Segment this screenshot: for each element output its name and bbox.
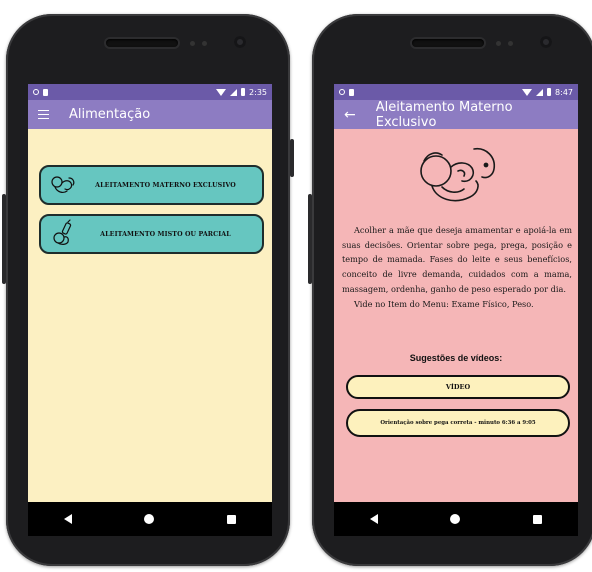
button-label: ALEITAMENTO MATERNO EXCLUSIVO bbox=[95, 181, 236, 189]
battery-icon bbox=[241, 88, 246, 96]
volume-rocker bbox=[2, 194, 6, 284]
signal-icon bbox=[230, 88, 238, 96]
breastfeeding-baby-icon bbox=[51, 176, 75, 193]
navigation-bar bbox=[334, 502, 578, 536]
detail-content: Acolher a mãe que deseja amamentar e apo… bbox=[334, 129, 578, 502]
pega-button-label: Orientação sobre pega correta - minuto 6… bbox=[380, 420, 536, 426]
earpiece-speaker bbox=[412, 39, 484, 47]
menu-content: ALEITAMENTO MATERNO EXCLUSIVO ALEITAMENT… bbox=[28, 129, 272, 502]
power-button bbox=[290, 139, 294, 177]
description-paragraph: Acolher a mãe que deseja amamentar e apo… bbox=[342, 225, 572, 294]
reference-paragraph: Vide no Item do Menu: Exame Físico, Peso… bbox=[354, 298, 534, 309]
app-title: Aleitamento Materno Exclusivo bbox=[375, 99, 513, 130]
screen-left: 2:35 Alimentação ALEITAMENTO MATERNO EXC… bbox=[28, 84, 272, 502]
wifi-icon bbox=[216, 88, 227, 96]
sd-card-icon bbox=[43, 88, 48, 96]
sensor bbox=[202, 41, 207, 46]
status-bar: 8:47 bbox=[334, 84, 578, 100]
recents-nav-icon[interactable] bbox=[226, 514, 236, 524]
screen-right: 8:47 ← Aleitamento Materno Exclusivo Aco… bbox=[334, 84, 578, 502]
status-time: 2:35 bbox=[249, 87, 267, 97]
front-camera bbox=[540, 36, 552, 48]
notification-icon bbox=[33, 89, 39, 95]
sensor bbox=[190, 41, 195, 46]
button-label: ALEITAMENTO MISTO OU PARCIAL bbox=[100, 230, 231, 238]
sensor bbox=[508, 41, 513, 46]
status-time: 8:47 bbox=[555, 87, 573, 97]
description-text: Acolher a mãe que deseja amamentar e apo… bbox=[342, 223, 572, 311]
back-nav-icon[interactable] bbox=[64, 514, 73, 524]
earpiece-speaker bbox=[106, 39, 178, 47]
front-camera bbox=[234, 36, 246, 48]
phone-frame-left: 2:35 Alimentação ALEITAMENTO MATERNO EXC… bbox=[2, 14, 294, 566]
bottle-feeding-icon bbox=[53, 219, 72, 245]
video-button-label: VÍDEO bbox=[445, 383, 471, 391]
navigation-bar bbox=[28, 502, 272, 536]
video-button[interactable]: VÍDEO bbox=[346, 375, 570, 399]
sensor bbox=[496, 41, 501, 46]
battery-icon bbox=[547, 88, 552, 96]
hamburger-menu-icon[interactable] bbox=[38, 109, 49, 120]
home-nav-icon[interactable] bbox=[144, 514, 155, 524]
app-bar: Alimentação bbox=[28, 100, 272, 129]
breastfeeding-illustration-icon bbox=[420, 147, 496, 202]
sd-card-icon bbox=[349, 88, 354, 96]
status-bar: 2:35 bbox=[28, 84, 272, 100]
app-bar: ← Aleitamento Materno Exclusivo bbox=[334, 99, 578, 130]
app-title: Alimentação bbox=[69, 107, 151, 122]
recents-nav-icon[interactable] bbox=[532, 514, 542, 524]
wifi-icon bbox=[522, 88, 533, 96]
back-arrow-icon[interactable]: ← bbox=[344, 108, 356, 122]
pega-correta-video-button[interactable]: Orientação sobre pega correta - minuto 6… bbox=[346, 409, 570, 437]
aleitamento-exclusivo-button[interactable]: ALEITAMENTO MATERNO EXCLUSIVO bbox=[39, 165, 264, 205]
notification-icon bbox=[339, 89, 345, 95]
signal-icon bbox=[536, 88, 544, 96]
aleitamento-misto-button[interactable]: ALEITAMENTO MISTO OU PARCIAL bbox=[39, 214, 264, 254]
volume-rocker bbox=[308, 194, 312, 284]
phone-frame-right: 8:47 ← Aleitamento Materno Exclusivo Aco… bbox=[308, 14, 592, 566]
home-nav-icon[interactable] bbox=[450, 514, 461, 524]
suggestions-title: Sugestões de vídeos: bbox=[409, 353, 503, 363]
back-nav-icon[interactable] bbox=[370, 514, 379, 524]
